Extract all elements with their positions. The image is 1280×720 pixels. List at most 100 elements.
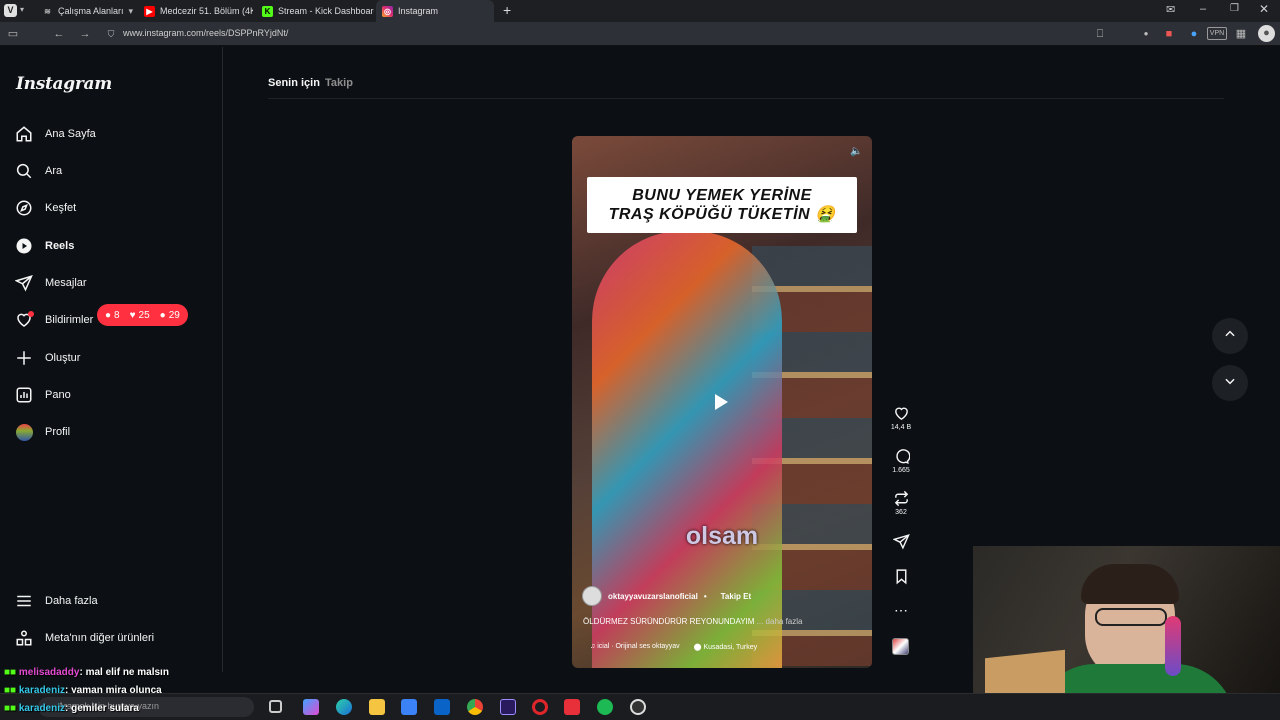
opera-icon[interactable] bbox=[532, 699, 548, 715]
file-explorer-icon[interactable] bbox=[369, 699, 385, 715]
extension-icon[interactable]: ● bbox=[1187, 27, 1201, 41]
heart-icon[interactable] bbox=[893, 405, 910, 422]
vivaldi-icon[interactable] bbox=[564, 699, 580, 715]
sidebar-item-notifications[interactable]: Bildirimler bbox=[14, 308, 93, 332]
save-action[interactable] bbox=[886, 568, 916, 585]
sidebar-item-profile[interactable]: Profil bbox=[14, 420, 70, 444]
new-tab-button[interactable]: + bbox=[503, 2, 511, 18]
tab-label: Çalışma Alanları bbox=[58, 6, 124, 16]
video-subtitle: olsam bbox=[685, 522, 759, 550]
repost-icon[interactable] bbox=[893, 490, 910, 507]
username-link[interactable]: oktayyavuzarslanoficial bbox=[608, 592, 698, 601]
divider bbox=[268, 98, 1224, 99]
sidebar-item-more[interactable]: Daha fazla bbox=[14, 589, 98, 613]
dashboard-icon bbox=[14, 385, 34, 405]
comment-count-value: 8 bbox=[114, 309, 120, 321]
extension-icon[interactable]: ■ bbox=[1162, 27, 1176, 41]
reel-video[interactable]: BUNU YEMEK YERİNE TRAŞ KÖPÜĞÜ TÜKETİN 🤮 … bbox=[572, 136, 872, 668]
hamburger-icon bbox=[14, 591, 34, 611]
comment-icon[interactable] bbox=[893, 448, 910, 465]
sidebar-item-dashboard[interactable]: Pano bbox=[14, 383, 71, 407]
forward-icon[interactable]: → bbox=[78, 27, 92, 41]
sidebar-item-label: Profil bbox=[45, 426, 71, 438]
follow-button[interactable]: Takip Et bbox=[721, 592, 752, 601]
comment-action[interactable]: 1.665 bbox=[886, 448, 916, 474]
tab-kick[interactable]: K Stream - Kick Dashboard bbox=[256, 0, 374, 22]
premiere-icon[interactable] bbox=[500, 699, 516, 715]
play-icon[interactable] bbox=[715, 394, 728, 410]
tab-label: Stream - Kick Dashboard bbox=[278, 6, 374, 16]
copilot-icon[interactable] bbox=[303, 699, 319, 715]
more-link[interactable]: ... daha fazla bbox=[757, 617, 803, 626]
share-action[interactable] bbox=[886, 533, 916, 550]
previous-reel-button[interactable] bbox=[1212, 318, 1248, 354]
tab-workspaces[interactable]: ≋ Çalışma Alanları ▾ bbox=[36, 0, 136, 22]
like-action[interactable]: 14,4 B bbox=[886, 405, 916, 431]
calendar-icon[interactable]: ▦ bbox=[1234, 27, 1248, 41]
sidebar-item-reels[interactable]: Reels bbox=[14, 234, 74, 258]
vpn-icon[interactable]: VPN bbox=[1207, 27, 1227, 40]
location-pin-icon: ⬤ bbox=[693, 644, 704, 651]
sidebar-item-messages[interactable]: Mesajlar bbox=[14, 271, 87, 295]
chat-badge-icon: ■■ bbox=[4, 703, 17, 714]
kick-icon: K bbox=[262, 5, 273, 17]
close-button[interactable]: ✕ bbox=[1259, 2, 1269, 16]
chrome-icon[interactable] bbox=[467, 699, 483, 715]
sidebar-item-explore[interactable]: Keşfet bbox=[14, 196, 76, 220]
reel-author: oktayyavuzarslanoficial • Takip Et bbox=[582, 586, 751, 606]
audio-link[interactable]: ♫ icial · Orijinal ses oktayyav bbox=[590, 643, 680, 651]
panel-toggle-icon[interactable]: ▭ bbox=[6, 27, 20, 41]
store-icon[interactable] bbox=[401, 699, 417, 715]
bookmark-icon[interactable] bbox=[893, 568, 910, 585]
url-field[interactable]: www.instagram.com/reels/DSPPnRYjdNt/ bbox=[123, 28, 288, 38]
address-bar-row: ▭ ← → ⛉ www.instagram.com/reels/DSPPnRYj… bbox=[0, 22, 1280, 46]
reel-description[interactable]: ÖLDÜRMEZ SÜRÜNDÜRÜR REYONUNDAYIM ... dah… bbox=[583, 617, 802, 626]
obs-icon[interactable] bbox=[630, 699, 646, 715]
chevron-down-icon[interactable]: ▾ bbox=[20, 5, 24, 14]
chat-message: ■■ karadeniz: gemiler sulara bbox=[4, 703, 139, 714]
spotify-icon[interactable] bbox=[597, 699, 613, 715]
outlook-icon[interactable] bbox=[434, 699, 450, 715]
compass-icon bbox=[14, 198, 34, 218]
chat-username: melisadaddy bbox=[18, 667, 80, 678]
location-link[interactable]: ⬤ Kusadasi, Turkey bbox=[694, 643, 757, 651]
sidebar-item-create[interactable]: Oluştur bbox=[14, 346, 80, 370]
more-options-action[interactable]: ⋯ bbox=[886, 602, 916, 619]
profile-icon[interactable]: ● bbox=[1258, 25, 1275, 42]
send-icon[interactable] bbox=[892, 533, 910, 550]
restore-button[interactable]: ❐ bbox=[1230, 3, 1239, 14]
instagram-logo[interactable]: Instagram bbox=[16, 74, 112, 94]
back-icon[interactable]: ← bbox=[52, 27, 66, 41]
vivaldi-menu-icon[interactable]: V bbox=[4, 4, 17, 17]
repost-action[interactable]: 362 bbox=[886, 490, 916, 516]
tab-following[interactable]: Takip bbox=[325, 77, 353, 89]
tab-instagram[interactable]: ◎ Instagram bbox=[376, 0, 494, 22]
sidebar-item-meta[interactable]: Meta'nın diğer ürünleri bbox=[14, 626, 154, 650]
task-view-icon[interactable] bbox=[269, 700, 282, 713]
audio-thumbnail[interactable] bbox=[892, 638, 909, 655]
user-icon: ● bbox=[159, 309, 166, 321]
minimize-button[interactable]: – bbox=[1200, 3, 1206, 15]
avatar[interactable] bbox=[582, 586, 602, 606]
extension-dot-icon[interactable]: ● bbox=[1139, 27, 1153, 41]
notification-badge[interactable]: ● 8 ♥ 25 ● 29 bbox=[97, 304, 188, 326]
tab-for-you[interactable]: Senin için bbox=[268, 77, 320, 89]
edge-icon[interactable] bbox=[336, 699, 352, 715]
ellipsis-icon[interactable]: ⋯ bbox=[894, 602, 908, 619]
sidebar: Instagram Ana Sayfa Ara Keşfet Reels Mes… bbox=[0, 47, 223, 672]
chevron-down-icon bbox=[1223, 374, 1237, 393]
tab-youtube[interactable]: ▶ Medcezir 51. Bölüm (4K) - YouTube bbox=[138, 0, 253, 22]
sidebar-item-search[interactable]: Ara bbox=[14, 159, 62, 183]
description-text: ÖLDÜRMEZ SÜRÜNDÜRÜR REYONUNDAYIM bbox=[583, 617, 755, 626]
sidebar-item-home[interactable]: Ana Sayfa bbox=[14, 122, 96, 146]
sidebar-item-label: Meta'nın diğer ürünleri bbox=[45, 632, 155, 644]
next-reel-button[interactable] bbox=[1212, 365, 1248, 401]
bookmark-icon[interactable]: ⎕ bbox=[1093, 27, 1107, 41]
meta-products-icon bbox=[14, 628, 34, 648]
avatar-icon bbox=[14, 422, 34, 442]
comment-count: 1.665 bbox=[892, 467, 910, 474]
mail-icon[interactable]: ✉ bbox=[1166, 3, 1175, 16]
volume-icon[interactable]: 🔈 bbox=[850, 146, 862, 157]
search-icon bbox=[14, 161, 34, 181]
browser-tab-bar: V ▾ ≋ Çalışma Alanları ▾ ▶ Medcezir 51. … bbox=[0, 0, 1280, 22]
